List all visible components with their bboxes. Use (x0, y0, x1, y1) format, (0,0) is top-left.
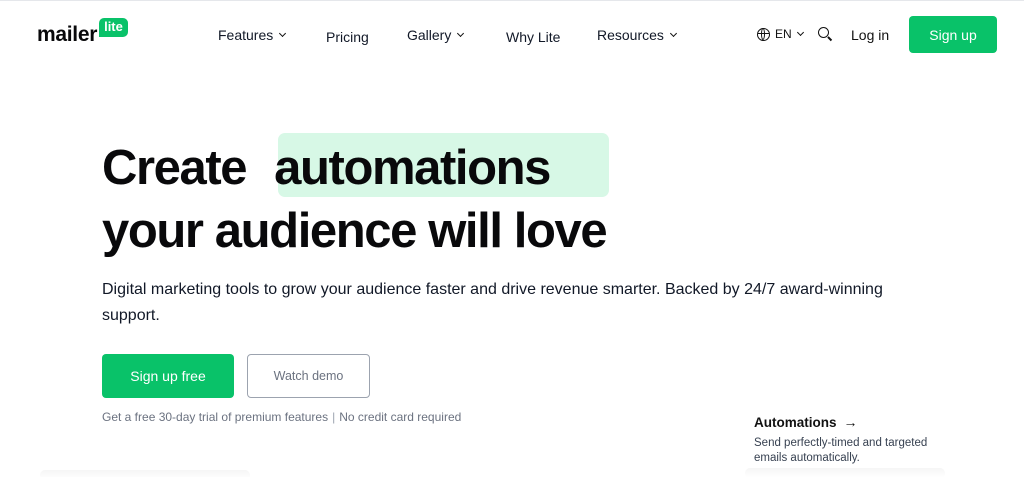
nav-pricing-label: Pricing (326, 29, 369, 45)
nav-resources-label: Resources (597, 27, 664, 43)
globe-icon (757, 27, 770, 41)
nav-features[interactable]: Features (218, 26, 287, 44)
feature-card-title: Automations (754, 414, 837, 430)
nav-gallery-label: Gallery (407, 27, 452, 43)
nav-gallery[interactable]: Gallery (407, 26, 465, 44)
mailerlite-logo[interactable]: mailer lite (37, 18, 128, 48)
language-label: EN (775, 27, 792, 41)
headline-line-1: Create automations (102, 140, 551, 196)
chevron-down-icon (796, 28, 804, 36)
trial-fineprint: Get a free 30-day trial of premium featu… (102, 410, 461, 424)
nav-pricing[interactable]: Pricing (326, 28, 369, 46)
signup-free-button[interactable]: Sign up free (102, 354, 234, 398)
hero-subtitle: Digital marketing tools to grow your aud… (102, 281, 883, 324)
logo-badge: lite (99, 18, 128, 37)
fineprint-trial: Get a free 30-day trial of premium featu… (102, 410, 329, 424)
site-header: mailer lite Features Pricing Gallery Why… (0, 0, 1024, 68)
logo-wordmark: mailer (37, 23, 98, 46)
arrow-right-icon: → (843, 414, 858, 430)
nav-features-label: Features (218, 27, 274, 43)
nav-why-lite[interactable]: Why Lite (506, 28, 560, 46)
headline-line-2: your audience will love (102, 204, 608, 258)
watch-demo-button[interactable]: Watch demo (247, 354, 370, 398)
feature-card-description: Send perfectly-timed and targeted emails… (754, 437, 928, 464)
fineprint-separator: | (332, 410, 336, 424)
nav-resources[interactable]: Resources (597, 26, 677, 44)
login-link[interactable]: Log in (851, 27, 889, 43)
automations-feature-link[interactable]: Automations → (754, 414, 858, 430)
language-selector[interactable]: EN (757, 27, 804, 41)
chevron-down-icon (457, 29, 465, 37)
fineprint-no-card: No credit card required (339, 410, 462, 424)
nav-why-lite-label: Why Lite (506, 29, 561, 45)
chevron-down-icon (669, 29, 677, 37)
chevron-down-icon (279, 29, 287, 37)
signup-button[interactable]: Sign up (909, 16, 997, 53)
card-shadow-left (40, 470, 250, 477)
card-shadow-right (745, 468, 945, 477)
headline-word-automations: automations (274, 141, 551, 195)
search-icon[interactable] (818, 27, 833, 42)
headline-word-create: Create (102, 141, 248, 195)
search-icon-handle (827, 36, 833, 42)
